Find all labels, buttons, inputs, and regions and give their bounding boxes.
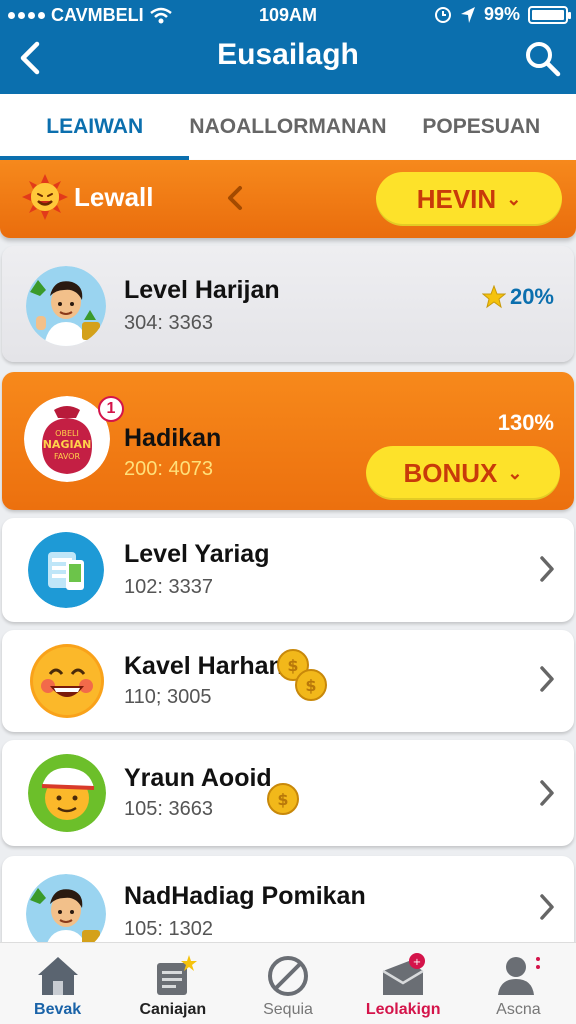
notebook-icon (156, 955, 197, 995)
list-item-kavel-harhan[interactable]: Kavel Harhan 110; 3005 $ $ (2, 630, 574, 732)
hat-avatar (28, 754, 106, 832)
item-subtitle: 110; 3005 (124, 686, 212, 708)
bonus-button[interactable]: BONUX ⌄ (366, 446, 560, 500)
chevron-right-icon (540, 556, 554, 582)
bonus-button-label: BONUX (403, 457, 498, 488)
nav-label: Leolakign (365, 1001, 441, 1018)
mailbox-icon: + (382, 953, 426, 995)
nav-item-leolakign[interactable]: + Leolakign (346, 943, 461, 1024)
nav-item-bevak[interactable]: Bevak (0, 943, 115, 1024)
home-icon (37, 957, 78, 995)
star-icon (481, 285, 506, 309)
tab-naoallormanan[interactable]: NAOALLORMANAN (189, 94, 386, 160)
nav-label: Ascna (496, 1001, 541, 1018)
search-button[interactable] (524, 40, 564, 80)
svg-text:+: + (413, 957, 421, 968)
level-select-label: HEVIN (416, 183, 497, 214)
chevron-down-icon: ⌄ (507, 462, 523, 483)
smiley-avatar (30, 644, 104, 718)
tab-leaiwan[interactable]: LEAIWAN (0, 94, 190, 160)
chevron-down-icon: ⌄ (506, 188, 522, 209)
location-icon (460, 6, 475, 23)
tab-bar: LEAIWAN NAOALLORMANAN POPESUAN (0, 94, 576, 160)
alarm-icon (434, 6, 451, 23)
tab-popesuan[interactable]: POPESUAN (387, 94, 576, 160)
status-bar: CAVMBELI 109AM 99% (0, 0, 576, 30)
notification-badge: 1 (98, 396, 124, 422)
item-percent-group: 20% (481, 284, 554, 310)
chevron-right-icon (540, 780, 554, 806)
item-subtitle: 304: 3363 (124, 312, 213, 334)
nav-label: Bevak (34, 1001, 82, 1018)
list-item-level-yariag[interactable]: Level Yariag 102: 3337 (2, 518, 574, 622)
item-subtitle: 200: 4073 (124, 458, 213, 480)
list-item-level-harijan[interactable]: Level Harijan 304: 3363 20% (2, 246, 574, 362)
item-title: Level Yariag (124, 540, 270, 568)
level-prev-button[interactable] (222, 180, 246, 224)
chevron-right-icon (540, 894, 554, 920)
item-title: NadHadiag Pomikan (124, 882, 366, 910)
list-item-yraun-aooid[interactable]: Yraun Aooid 105: 3663 $ (2, 740, 574, 846)
item-percent: 20% (509, 284, 554, 309)
chevron-left-icon (228, 186, 242, 210)
nav-label: Caniajan (139, 1001, 207, 1018)
bag-text-3: FAVOR (54, 452, 80, 461)
level-label: Lewall (74, 182, 154, 212)
item-title: Yraun Aooid (124, 764, 272, 792)
battery-percent: 99% (483, 4, 520, 24)
sun-face-icon (22, 174, 68, 220)
item-subtitle: 105: 1302 (124, 918, 213, 940)
level-select-button[interactable]: HEVIN ⌄ (376, 172, 562, 226)
phone-app-icon (28, 532, 104, 608)
battery-icon (528, 5, 571, 24)
boy-avatar (26, 266, 106, 346)
nav-label: Sequia (263, 1001, 313, 1018)
item-title: Hadikan (124, 424, 222, 452)
page-title: Eusailagh (217, 38, 359, 71)
item-title: Kavel Harhan (124, 652, 284, 680)
level-banner: Lewall HEVIN ⌄ (0, 160, 576, 238)
list-item-hadikan[interactable]: OBELI NAGIAN FAVOR 1 Hadikan 200: 4073 1… (2, 372, 574, 510)
bag-text-1: OBELI (55, 429, 79, 438)
bottom-nav: Bevak Caniajan Sequia + Leolakign Ascna (0, 942, 576, 1024)
bag-text-2: NAGIAN (43, 438, 92, 451)
item-subtitle: 105: 3663 (124, 798, 213, 820)
svg-text:$: $ (305, 676, 316, 695)
nav-item-sequia[interactable]: Sequia (230, 943, 345, 1024)
user-icon (498, 957, 541, 995)
coin-icon: $ (267, 783, 299, 815)
chevron-right-icon (540, 666, 554, 692)
nav-item-caniajan[interactable]: Caniajan (115, 943, 230, 1024)
item-percent: 130% (497, 410, 554, 435)
block-icon (268, 956, 308, 996)
app-header: CAVMBELI 109AM 99% Eusailagh (0, 0, 576, 94)
search-icon (526, 42, 561, 77)
item-subtitle: 102: 3337 (124, 576, 213, 598)
coin-icon: $ (295, 669, 327, 701)
nav-item-ascna[interactable]: Ascna (461, 943, 576, 1024)
status-right: 99% (434, 4, 571, 25)
item-title: Level Harijan (124, 276, 280, 304)
svg-text:$: $ (277, 790, 288, 809)
